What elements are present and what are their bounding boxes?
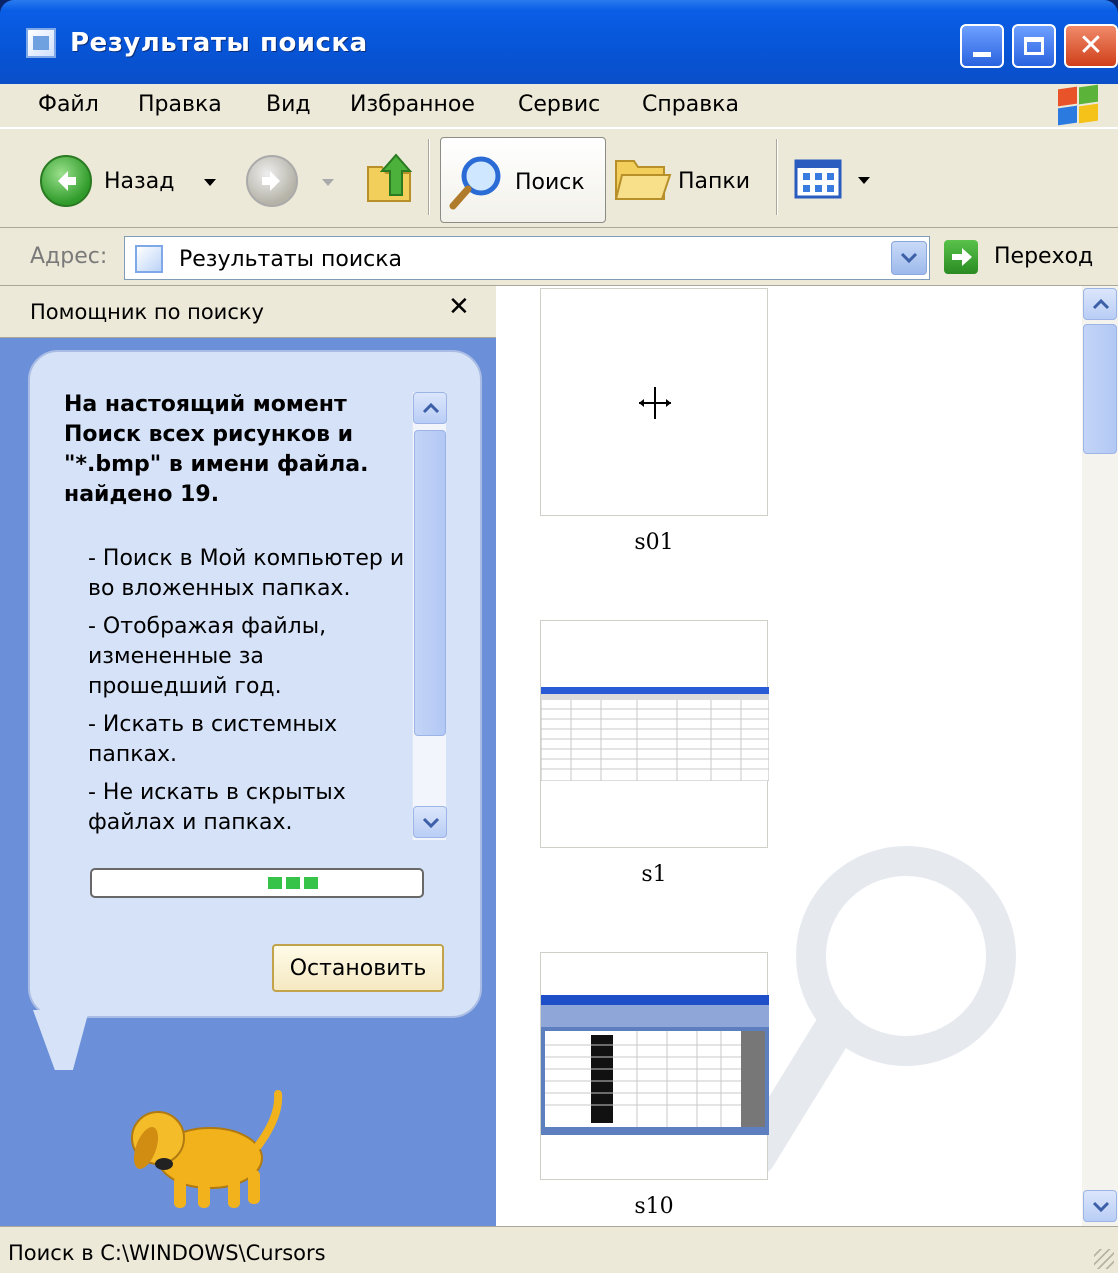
search-button[interactable]: Поиск xyxy=(440,137,606,223)
menu-favorites[interactable]: Избранное xyxy=(346,90,479,119)
minimize-icon xyxy=(973,51,991,57)
crosshair-cursor-icon xyxy=(639,387,671,419)
spreadsheet-window-preview-icon xyxy=(541,995,769,1135)
assistant-header: Помощник по поиску ✕ xyxy=(0,286,496,338)
results-scrollbar[interactable] xyxy=(1082,286,1118,1226)
address-field[interactable]: Результаты поиска xyxy=(124,236,930,280)
search-label: Поиск xyxy=(515,170,585,195)
folders-label[interactable]: Папки xyxy=(678,169,750,194)
progress-segment xyxy=(304,877,318,889)
menu-help[interactable]: Справка xyxy=(638,90,743,119)
go-label[interactable]: Переход xyxy=(994,244,1093,269)
results-pane: s01 s1 s10 xyxy=(496,286,1082,1226)
chevron-down-icon xyxy=(1092,1201,1110,1213)
search-option: - Искать в системных папках. xyxy=(88,712,338,767)
chevron-up-icon xyxy=(422,402,440,414)
go-arrow-icon xyxy=(952,248,972,266)
back-arrow-icon xyxy=(58,171,76,191)
menu-edit[interactable]: Правка xyxy=(134,90,226,119)
result-name[interactable]: s10 xyxy=(540,1194,768,1219)
address-label: Адрес: xyxy=(30,244,108,269)
chevron-down-icon xyxy=(422,817,440,829)
maximize-icon xyxy=(1024,37,1044,55)
result-name[interactable]: s01 xyxy=(540,530,768,555)
back-dropdown-icon[interactable] xyxy=(204,179,216,186)
menu-view[interactable]: Вид xyxy=(262,90,315,119)
chevron-down-icon xyxy=(900,252,918,264)
magnifier-watermark-icon xyxy=(736,846,1016,1176)
search-results-icon xyxy=(135,245,163,273)
maximize-button[interactable] xyxy=(1012,24,1056,68)
address-value: Результаты поиска xyxy=(179,247,403,272)
folders-icon[interactable] xyxy=(614,153,672,203)
status-bar: Поиск в C:\WINDOWS\Cursors xyxy=(0,1226,1118,1273)
search-option: - Поиск в Мой компьютер и во вложенных п… xyxy=(88,546,405,601)
search-progress-bar xyxy=(90,868,424,898)
result-name[interactable]: s1 xyxy=(540,862,768,887)
search-options-list: - Поиск в Мой компьютер и во вложенных п… xyxy=(88,544,408,846)
scroll-down-button[interactable] xyxy=(413,806,447,838)
balloon-scrollbar[interactable] xyxy=(412,392,447,840)
search-option: - Не искать в скрытых файлах и папках. xyxy=(88,780,346,835)
scroll-thumb[interactable] xyxy=(1083,324,1117,454)
balloon-tail xyxy=(33,1010,111,1070)
progress-segment xyxy=(286,877,300,889)
up-folder-icon[interactable] xyxy=(364,149,416,205)
forward-dropdown-icon[interactable] xyxy=(322,179,334,186)
windows-logo-icon xyxy=(1056,84,1100,126)
toolbar: Назад Поиск Папки xyxy=(0,128,1118,228)
result-thumbnail[interactable] xyxy=(540,952,769,1180)
back-button[interactable] xyxy=(40,155,92,207)
spreadsheet-preview-icon xyxy=(541,687,769,781)
stop-button[interactable]: Остановить xyxy=(272,944,444,992)
assistant-title: Помощник по поиску xyxy=(30,300,264,324)
search-window-icon xyxy=(26,28,56,58)
go-button[interactable] xyxy=(944,240,978,274)
forward-arrow-icon xyxy=(262,171,280,191)
menu-file[interactable]: Файл xyxy=(34,90,103,119)
title-bar: Результаты поиска ✕ xyxy=(0,0,1118,84)
address-bar: Адрес: Результаты поиска Переход xyxy=(0,228,1118,286)
search-option: - Отображая файлы, измененные за прошедш… xyxy=(88,614,327,699)
search-status-heading: На настоящий момент Поиск всех рисунков … xyxy=(64,392,369,507)
toolbar-separator xyxy=(776,139,778,215)
result-thumbnail[interactable] xyxy=(540,620,769,848)
close-button[interactable]: ✕ xyxy=(1064,24,1118,68)
scroll-up-button[interactable] xyxy=(413,392,447,424)
search-assistant-pane: Помощник по поиску ✕ На настоящий момент… xyxy=(0,286,496,1226)
assistant-close-button[interactable]: ✕ xyxy=(448,292,470,322)
status-text: Поиск в C:\WINDOWS\Cursors xyxy=(8,1241,326,1265)
chevron-up-icon xyxy=(1092,298,1110,310)
assistant-balloon: На настоящий момент Поиск всех рисунков … xyxy=(28,350,482,1018)
scroll-thumb[interactable] xyxy=(414,430,446,736)
menu-bar: Файл Правка Вид Избранное Сервис Справка xyxy=(0,84,1118,128)
views-icon[interactable] xyxy=(794,159,842,199)
result-thumbnail[interactable] xyxy=(540,288,768,516)
resize-grip[interactable] xyxy=(1094,1249,1114,1269)
views-dropdown-icon[interactable] xyxy=(858,177,870,184)
minimize-button[interactable] xyxy=(960,24,1004,68)
forward-button[interactable] xyxy=(246,155,298,207)
scroll-up-button[interactable] xyxy=(1083,288,1117,320)
scroll-down-button[interactable] xyxy=(1083,1190,1117,1222)
address-dropdown-button[interactable] xyxy=(891,241,927,275)
back-label[interactable]: Назад xyxy=(104,169,174,194)
toolbar-separator xyxy=(428,139,430,215)
window-title: Результаты поиска xyxy=(70,28,368,58)
magnifier-icon xyxy=(449,156,501,210)
search-dog-icon[interactable] xyxy=(100,1066,300,1216)
close-icon: ✕ xyxy=(1078,28,1104,63)
menu-tools[interactable]: Сервис xyxy=(514,90,604,119)
progress-segment xyxy=(268,877,282,889)
